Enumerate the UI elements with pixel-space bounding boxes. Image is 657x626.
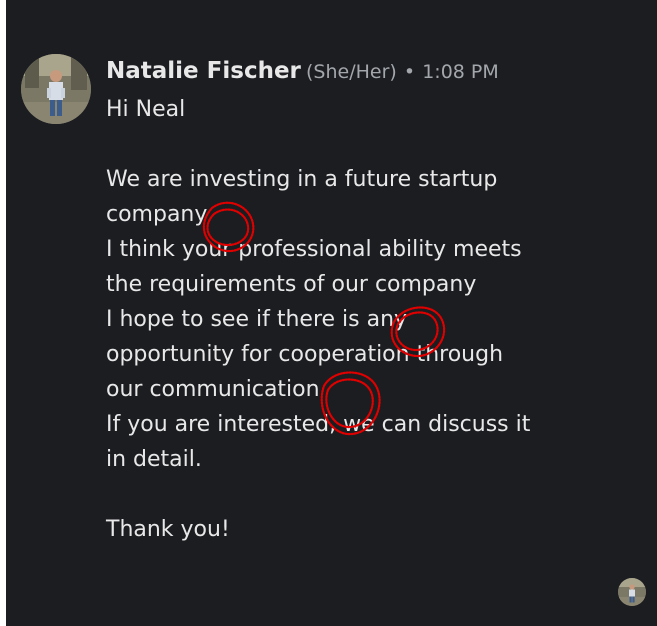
message-timestamp[interactable]: 1:08 PM	[422, 61, 499, 83]
message-line: If you are interested, we can discuss it	[106, 412, 531, 437]
conversation-pane: Natalie Fischer (She/Her) • 1:08 PM Hi N…	[6, 0, 657, 626]
sender-name[interactable]: Natalie Fischer	[106, 58, 301, 84]
message-line: the requirements of our company	[106, 272, 477, 297]
message-line: I hope to see if there is any	[106, 307, 408, 332]
meta-separator: •	[403, 61, 416, 83]
message-line: company	[106, 202, 208, 227]
message-header: Natalie Fischer (She/Her) • 1:08 PM	[106, 50, 646, 92]
message-line: Hi Neal	[106, 97, 186, 122]
sender-avatar-icon[interactable]	[21, 54, 91, 124]
message-text: Hi Neal We are investing in a future sta…	[106, 92, 646, 547]
message-line: Thank you!	[106, 517, 230, 542]
sender-pronouns: (She/Her)	[306, 61, 397, 83]
message-line: We are investing in a future startup	[106, 167, 498, 192]
message-line: opportunity for cooperation through	[106, 342, 504, 367]
message-body: Natalie Fischer (She/Her) • 1:08 PM Hi N…	[106, 50, 646, 547]
read-receipt-avatar-icon[interactable]	[618, 578, 646, 606]
message-line	[106, 127, 646, 162]
message-line: our communication	[106, 377, 320, 402]
message-line	[106, 477, 646, 512]
message-line: in detail.	[106, 447, 202, 472]
message-line: I think your professional ability meets	[106, 237, 522, 262]
